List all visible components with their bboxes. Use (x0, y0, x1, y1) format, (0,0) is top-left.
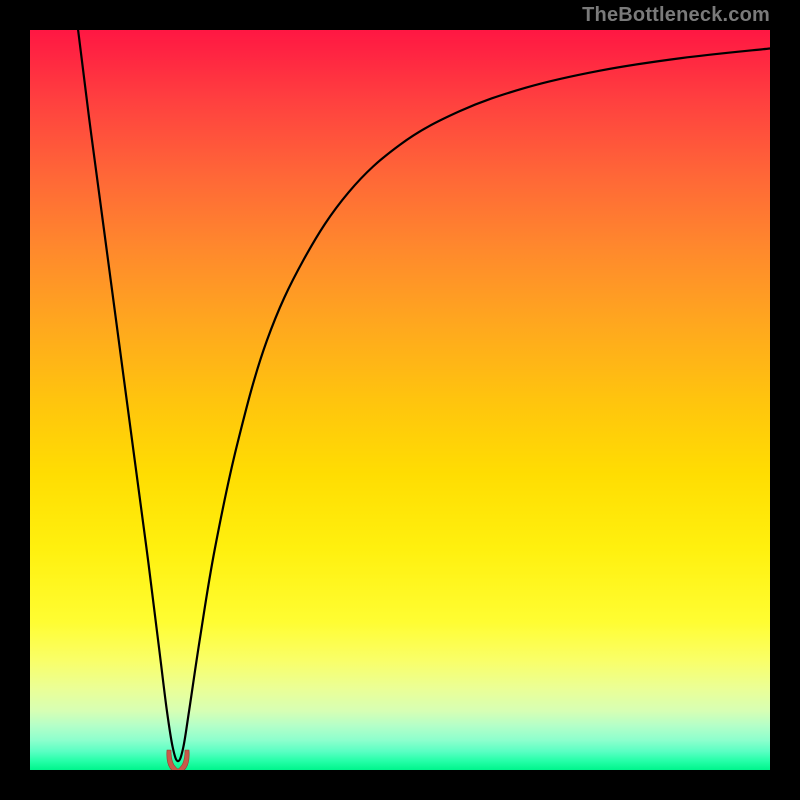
u-glyph-icon (167, 750, 189, 770)
bottleneck-curve (30, 30, 770, 770)
curve-path (78, 30, 770, 761)
plot-area (30, 30, 770, 770)
chart-frame: TheBottleneck.com (0, 0, 800, 800)
watermark-text: TheBottleneck.com (582, 4, 770, 27)
optimal-point-marker (163, 748, 193, 770)
